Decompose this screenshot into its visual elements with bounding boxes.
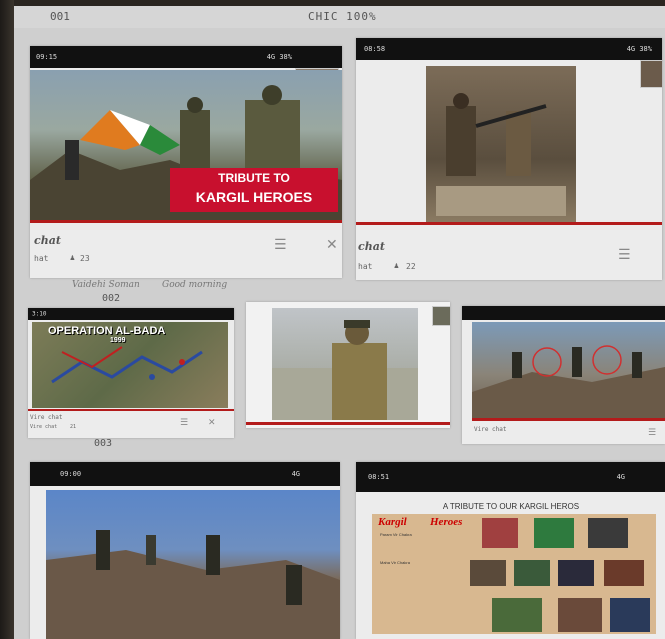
chat-label: Vire chat xyxy=(474,426,507,433)
settings-icon[interactable]: ☰ xyxy=(618,248,631,262)
status-time: 09:15 xyxy=(36,53,58,61)
status-bar: 09:15 4G 38% xyxy=(30,46,342,68)
avatar xyxy=(640,60,662,88)
banner-line1: TRIBUTE TO xyxy=(218,171,290,185)
screenshot-grid: 001 CHIC 100% 09:15 4G 38% TRIBUTE TO KA… xyxy=(0,0,665,639)
hero-photo-7 xyxy=(604,560,644,586)
status-time: 09:00 xyxy=(60,470,82,478)
climbing-photo xyxy=(472,322,665,418)
chat-label: chat xyxy=(34,234,61,247)
settings-icon[interactable]: ☰ xyxy=(180,416,188,430)
officer-photo xyxy=(272,308,418,420)
top-bar: 001 CHIC 100% xyxy=(14,6,665,28)
status-right: 4G xyxy=(291,470,300,478)
avatar xyxy=(432,306,450,326)
poster-heroes: Heroes xyxy=(430,516,463,528)
card-heroes-poster[interactable]: 08:51 4G A TRIBUTE TO OUR KARGIL HEROS K… xyxy=(356,462,665,639)
top-bar-center: CHIC 100% xyxy=(308,10,377,23)
top-bar-left: 001 xyxy=(50,10,70,23)
status-bar: 08:51 4G xyxy=(356,462,665,492)
hero-photo-8 xyxy=(492,598,542,632)
hero-photo-4 xyxy=(470,560,506,586)
hero-photo-10 xyxy=(610,598,650,632)
map-title: OPERATION AL-BADA xyxy=(48,325,166,337)
hero-photo-3 xyxy=(588,518,628,548)
status-time: 3:10 xyxy=(32,310,47,318)
hero-photo-6 xyxy=(558,560,594,586)
accent-line xyxy=(30,220,342,223)
poster-names1: Param Vir Chakra xyxy=(380,532,412,537)
accent-line xyxy=(356,222,662,225)
member-count: 23 xyxy=(80,254,90,263)
hero-photo-1 xyxy=(482,518,518,548)
user-icon: ♟ xyxy=(70,253,75,262)
chat-sub: hat xyxy=(34,254,49,263)
status-bar: 3:10 xyxy=(28,308,234,320)
member-count: 22 xyxy=(406,262,416,271)
chat-label: chat xyxy=(358,240,385,253)
card-hill-assault[interactable]: 09:00 4G xyxy=(30,462,340,639)
row-label-2: 002 xyxy=(102,293,121,304)
status-time: 08:51 xyxy=(368,473,390,481)
accent-line xyxy=(472,418,665,421)
card-officer[interactable] xyxy=(246,302,450,428)
chat-sub: hat xyxy=(358,262,373,271)
status-bar xyxy=(462,306,665,320)
tribute-banner: TRIBUTE TO KARGIL HEROES xyxy=(170,168,338,212)
poster-body: Kargil Heroes Param Vir Chakra Maha Vir … xyxy=(372,514,656,634)
message-name: Vaidehi Soman xyxy=(72,280,140,290)
map-year: 1999 xyxy=(110,337,126,344)
status-right: 4G 38% xyxy=(266,53,292,61)
message-text: Good morning xyxy=(162,280,228,290)
banner-line2: KARGIL HEROES xyxy=(195,189,313,205)
close-icon[interactable]: ✕ xyxy=(326,238,338,252)
accent-line xyxy=(246,422,450,425)
chat-sub: Vire chat xyxy=(30,424,58,430)
status-right: 4G xyxy=(616,473,625,481)
officer-illustration xyxy=(272,320,418,420)
user-icon: ♟ xyxy=(394,261,399,270)
poster-kargil: Kargil xyxy=(378,516,407,528)
close-icon[interactable]: ✕ xyxy=(208,416,216,430)
card-climbing[interactable]: Vire chat ☰ xyxy=(462,306,665,444)
settings-icon[interactable]: ☰ xyxy=(274,238,287,252)
card-machine-gun[interactable]: 08:58 4G 38% chat hat ♟ 22 ☰ xyxy=(356,38,662,280)
frame-left xyxy=(0,0,14,639)
status-time: 08:58 xyxy=(364,45,386,53)
machine-gun-photo xyxy=(426,66,576,222)
status-bar: 08:58 4G 38% xyxy=(356,38,662,60)
poster-names2: Maha Vir Chakra xyxy=(380,560,410,565)
accent-line xyxy=(28,409,234,411)
status-bar: 09:00 4G xyxy=(30,462,340,486)
soldiers-illustration xyxy=(436,93,566,216)
hero-photo-2 xyxy=(534,518,574,548)
soldiers-illustration xyxy=(46,530,340,639)
chat-label: Vire chat xyxy=(30,414,63,421)
card-kargil-tribute[interactable]: 09:15 4G 38% TRIBUTE TO KARGIL HEROES ch… xyxy=(30,46,342,278)
hero-photo-5 xyxy=(514,560,550,586)
member-count: 21 xyxy=(70,424,77,430)
poster-title: A TRIBUTE TO OUR KARGIL HEROS xyxy=(442,502,580,511)
settings-icon[interactable]: ☰ xyxy=(648,426,656,440)
assault-photo xyxy=(46,490,340,639)
row-label-3: 003 xyxy=(94,438,113,449)
status-right: 4G 38% xyxy=(626,45,652,53)
hero-photo-9 xyxy=(558,598,602,632)
soldiers-illustration xyxy=(472,345,665,418)
card-operation-al-bada[interactable]: 3:10 OPERATION AL-BADA 1999 Vire chat Vi… xyxy=(28,308,234,438)
